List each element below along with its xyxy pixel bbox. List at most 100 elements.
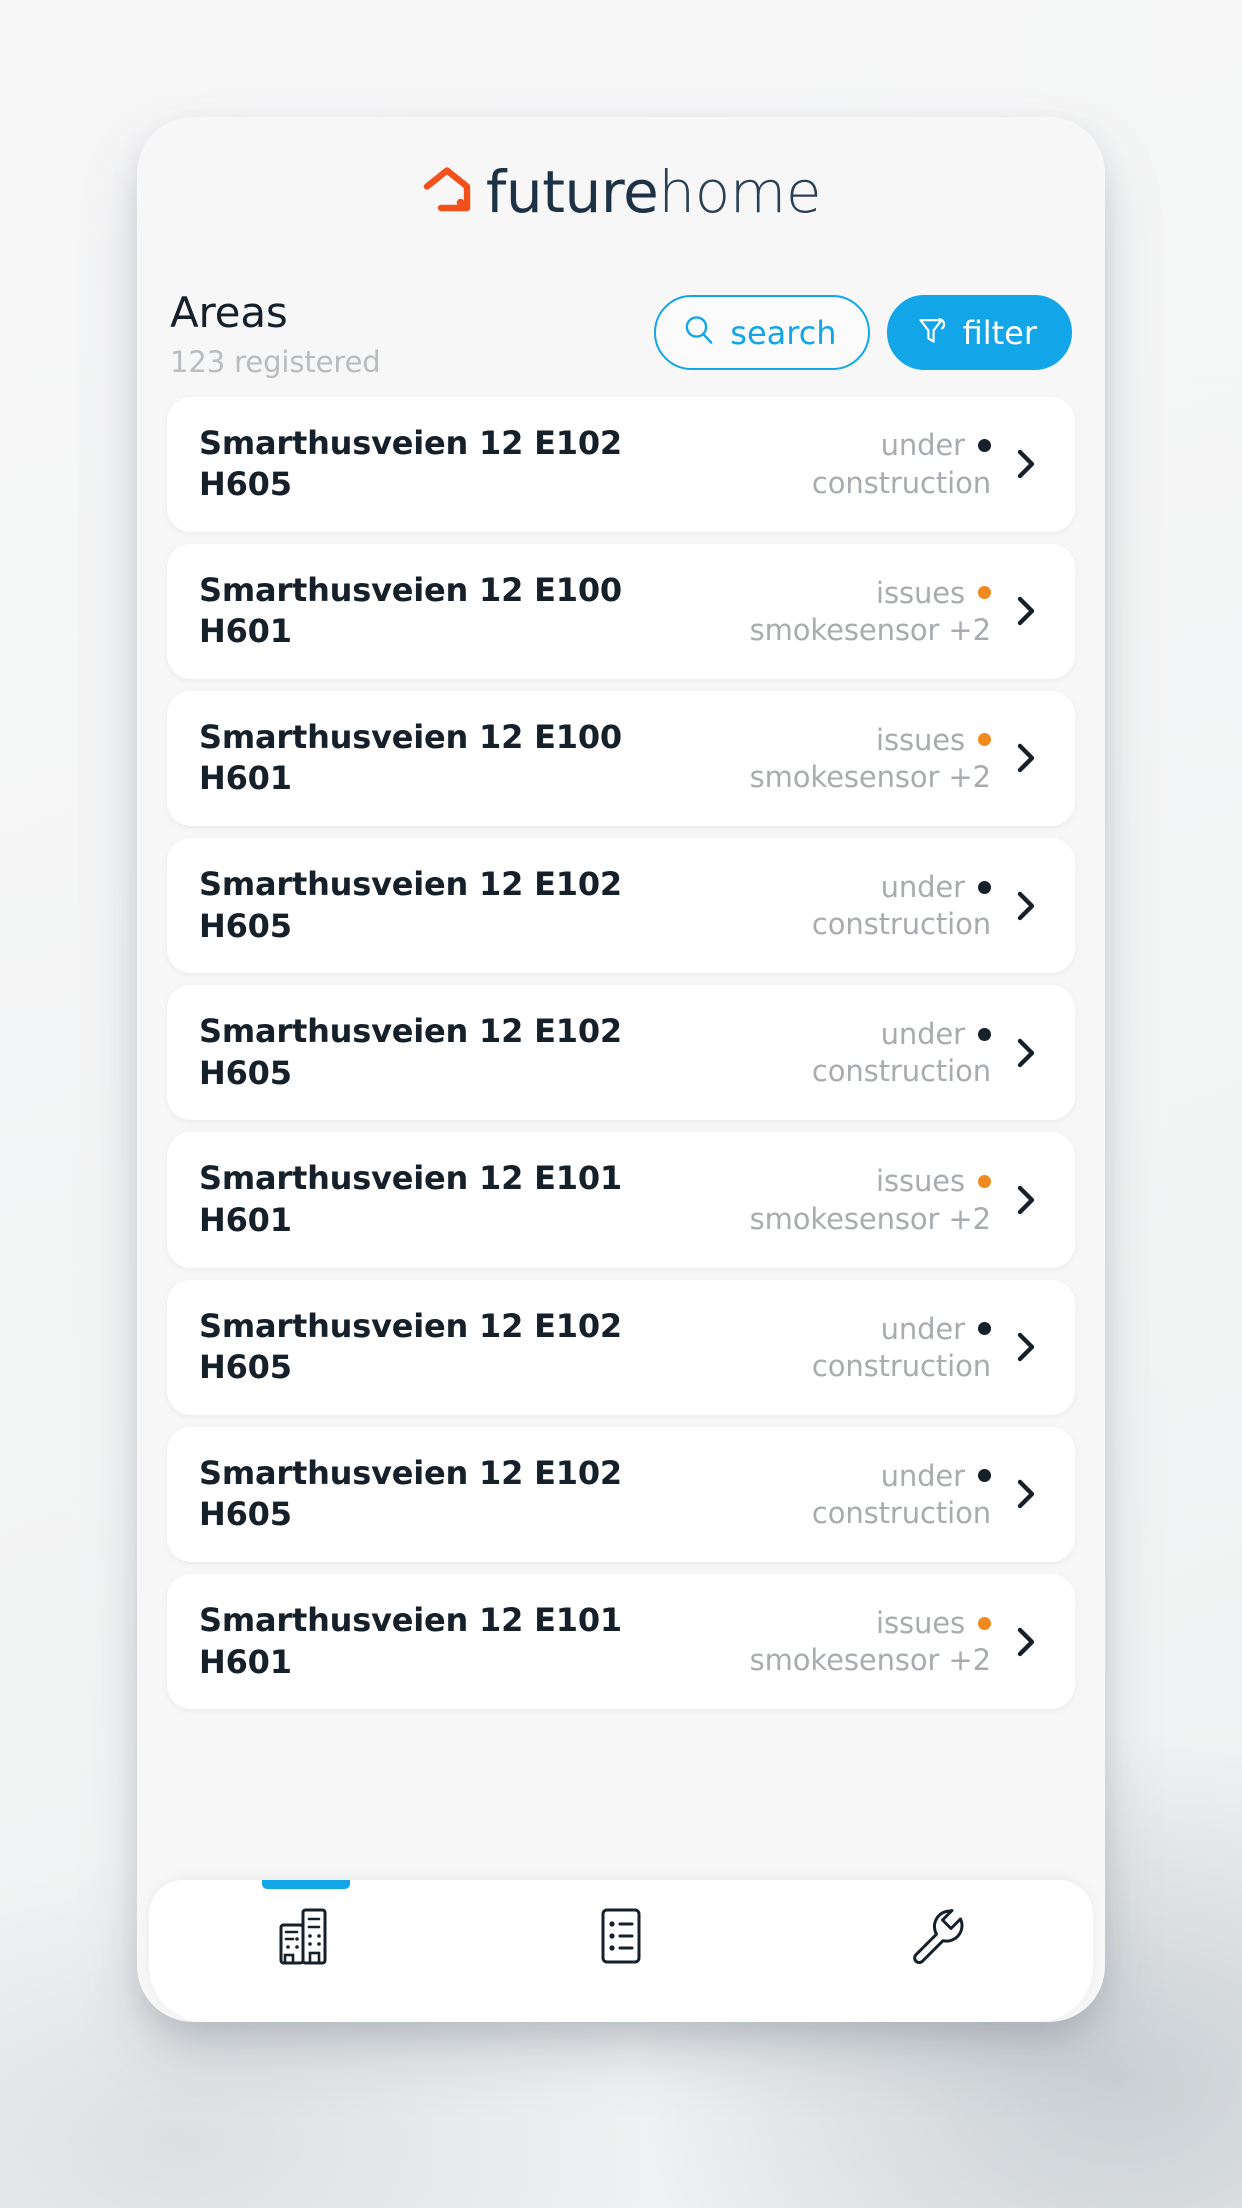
chevron-right-icon[interactable] <box>1003 887 1049 925</box>
nav-active-indicator <box>262 1880 351 1889</box>
area-title: Smarthusveien 12 E102 H605 <box>199 1453 812 1536</box>
logo-word-future: future <box>485 158 659 226</box>
search-button[interactable]: search <box>654 295 870 370</box>
area-list-item[interactable]: Smarthusveien 12 E100 H601 issues smokesens… <box>167 690 1075 827</box>
chevron-right-icon[interactable] <box>1003 1475 1049 1513</box>
area-status-line2: smokesensor +2 <box>749 612 991 647</box>
area-status-line1: issues <box>876 1606 991 1640</box>
status-dot-under-construction <box>978 439 991 452</box>
area-title: Smarthusveien 12 E100 H601 <box>199 570 750 653</box>
checklist-icon <box>593 1905 649 1971</box>
house-outline-icon <box>421 164 473 220</box>
area-title-line1: Smarthusveien 12 E102 <box>199 1012 622 1051</box>
area-status-line2: smokesensor +2 <box>749 1201 991 1236</box>
area-title: Smarthusveien 12 E102 H605 <box>199 1011 812 1094</box>
area-list-item[interactable]: Smarthusveien 12 E101 H601 issues smokesens… <box>167 1132 1075 1268</box>
area-status-text: issues <box>875 722 965 757</box>
area-title-line1: Smarthusveien 12 E100 <box>199 717 622 756</box>
area-status-line1: issues <box>876 723 991 757</box>
status-dot-under-construction <box>978 1469 991 1483</box>
status-dot-under-construction <box>978 1027 991 1041</box>
status-dot-under-construction <box>978 1322 991 1336</box>
area-title-line2: H605 <box>199 1053 292 1092</box>
wrench-icon <box>906 1905 966 1971</box>
area-title-line2: H601 <box>199 1642 292 1681</box>
area-status-line1: under <box>881 1017 991 1051</box>
area-status-text: issues <box>875 575 965 610</box>
area-status-line1: under <box>881 870 991 904</box>
chevron-right-icon[interactable] <box>1003 1181 1049 1219</box>
filter-button-label: filter <box>962 313 1037 352</box>
status-dot-issues <box>978 733 991 747</box>
filter-button[interactable]: filter <box>886 295 1072 370</box>
status-dot-issues <box>978 586 991 600</box>
area-title-line2: H601 <box>199 759 292 798</box>
nav-item-tools[interactable] <box>778 1880 1093 2022</box>
page-header: Areas 123 registered search filter <box>137 267 1105 379</box>
area-status-line1: issues <box>876 576 991 610</box>
search-button-label: search <box>730 313 837 352</box>
funnel-icon <box>915 313 949 352</box>
magnifier-icon <box>682 313 716 352</box>
bottom-nav-wrap <box>137 1880 1105 2022</box>
page-subtitle-count: 123 registered <box>170 344 381 379</box>
area-title-line2: H605 <box>199 1495 292 1534</box>
chevron-right-icon[interactable] <box>1003 1623 1049 1661</box>
area-status-line2: construction <box>811 1054 991 1089</box>
area-status-line2: construction <box>811 465 991 500</box>
area-status-line2: construction <box>811 1495 991 1530</box>
area-status-line1: issues <box>876 1164 991 1198</box>
status-dot-issues <box>978 1616 991 1630</box>
bottom-navigation <box>149 1880 1093 2022</box>
area-title-line2: H605 <box>199 1348 292 1387</box>
area-title: Smarthusveien 12 E101 H601 <box>199 1600 750 1683</box>
area-status: issues smokesensor +2 <box>750 1606 997 1677</box>
area-status-line2: construction <box>811 907 991 942</box>
app-logo-bar: futurehome <box>137 117 1105 267</box>
area-list-item[interactable]: Smarthusveien 12 E102 H605 under constructi… <box>167 1279 1075 1415</box>
chevron-right-icon[interactable] <box>1003 739 1049 777</box>
area-list-item[interactable]: Smarthusveien 12 E102 H605 under constructi… <box>167 1426 1075 1563</box>
area-list-item[interactable]: Smarthusveien 12 E100 H601 issues smokesens… <box>167 543 1075 679</box>
area-status-text: under <box>880 1017 966 1052</box>
header-actions: search filter <box>654 285 1072 370</box>
area-status-text: under <box>880 428 966 463</box>
area-status: under construction <box>812 1017 997 1088</box>
area-title-line1: Smarthusveien 12 E100 <box>199 570 622 609</box>
area-status-line1: under <box>881 1312 991 1346</box>
area-list-item[interactable]: Smarthusveien 12 E102 H605 under constructi… <box>167 985 1075 1121</box>
status-dot-issues <box>978 1174 991 1188</box>
area-status-line2: smokesensor +2 <box>749 1643 991 1678</box>
area-list-item[interactable]: Smarthusveien 12 E102 H605 under constructi… <box>167 838 1075 974</box>
phone-frame: futurehome Areas 123 registered search f… <box>137 117 1105 2022</box>
status-dot-under-construction <box>978 880 991 894</box>
area-status-text: issues <box>875 1164 965 1199</box>
chevron-right-icon[interactable] <box>1003 592 1049 630</box>
area-list-item[interactable]: Smarthusveien 12 E101 H601 issues smokesens… <box>167 1574 1075 1710</box>
area-list-item[interactable]: Smarthusveien 12 E102 H605 under constructi… <box>167 396 1075 532</box>
area-status-text: under <box>880 1458 966 1493</box>
area-status: issues smokesensor +2 <box>750 723 997 794</box>
area-status: issues smokesensor +2 <box>750 1164 997 1235</box>
chevron-right-icon[interactable] <box>1003 1034 1049 1072</box>
area-title: Smarthusveien 12 E102 H605 <box>199 423 812 506</box>
nav-item-tasks[interactable] <box>464 1880 779 2022</box>
chevron-right-icon[interactable] <box>1003 1328 1049 1366</box>
area-title: Smarthusveien 12 E101 H601 <box>199 1158 750 1241</box>
chevron-right-icon[interactable] <box>1003 445 1049 483</box>
area-status-text: issues <box>875 1605 965 1640</box>
area-status: under construction <box>812 870 997 941</box>
futurehome-logo: futurehome <box>421 163 822 221</box>
area-title: Smarthusveien 12 E102 H605 <box>199 1306 812 1389</box>
area-status: under construction <box>812 1459 997 1530</box>
area-status-line1: under <box>881 428 991 462</box>
area-title-line1: Smarthusveien 12 E102 <box>199 423 622 462</box>
area-status: issues smokesensor +2 <box>750 576 997 647</box>
page-title: Areas <box>170 288 288 337</box>
area-title-line2: H601 <box>199 1201 292 1240</box>
area-title-line1: Smarthusveien 12 E102 <box>199 1453 622 1492</box>
area-title-line2: H605 <box>199 465 292 504</box>
buildings-icon <box>277 1905 335 1971</box>
nav-item-areas[interactable] <box>149 1880 464 2022</box>
area-status-line1: under <box>881 1459 991 1493</box>
